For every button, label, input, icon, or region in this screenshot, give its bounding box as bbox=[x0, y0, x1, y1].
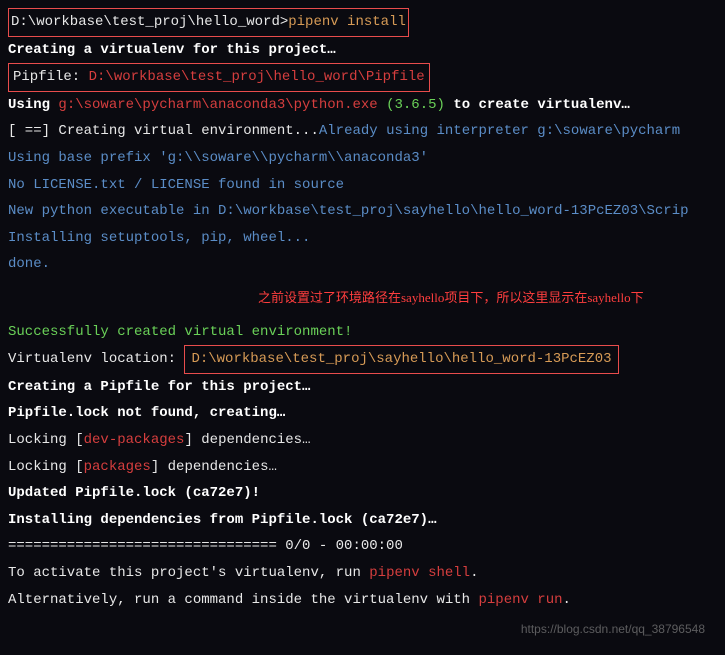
output-success-venv: Successfully created virtual environment… bbox=[8, 319, 717, 346]
bracket-close-2: ] bbox=[151, 459, 159, 475]
run-dot: . bbox=[563, 592, 571, 608]
output-using-python: Using g:\soware\pycharm\anaconda3\python… bbox=[8, 92, 717, 119]
already-interpreter: Already using interpreter g:\soware\pych… bbox=[319, 123, 680, 139]
deps-label-2: dependencies… bbox=[159, 459, 277, 475]
output-pipfile: Pipfile: D:\workbase\test_proj\hello_wor… bbox=[8, 63, 717, 92]
output-base-prefix: Using base prefix 'g:\\soware\\pycharm\\… bbox=[8, 145, 717, 172]
terminal-line-prompt: D:\workbase\test_proj\hello_word>pipenv … bbox=[8, 8, 717, 37]
output-installing-deps: Installing dependencies from Pipfile.loc… bbox=[8, 507, 717, 534]
output-locking-pkg: Locking [packages] dependencies… bbox=[8, 454, 717, 481]
venv-location-label: Virtualenv location: bbox=[8, 351, 184, 367]
run-prefix: Alternatively, run a command inside the … bbox=[8, 592, 478, 608]
pipenv-run-cmd: pipenv run bbox=[478, 592, 562, 608]
output-creating-pipfile: Creating a Pipfile for this project… bbox=[8, 374, 717, 401]
pipfile-path: D:\workbase\test_proj\hello_word\Pipfile bbox=[89, 69, 425, 85]
activate-dot: . bbox=[470, 565, 478, 581]
activate-prefix: To activate this project's virtualenv, r… bbox=[8, 565, 369, 581]
pipfile-label: Pipfile: bbox=[13, 69, 89, 85]
deps-label-1: dependencies… bbox=[193, 432, 311, 448]
dev-packages-label: dev-packages bbox=[84, 432, 185, 448]
venv-location-path: D:\workbase\test_proj\sayhello\hello_wor… bbox=[191, 351, 611, 367]
packages-label: packages bbox=[84, 459, 151, 475]
output-installing-tools: Installing setuptools, pip, wheel... bbox=[8, 225, 717, 252]
python-exe-path: g:\soware\pycharm\anaconda3\python.exe bbox=[58, 97, 377, 113]
output-spinner-line: [ ==] Creating virtual environment...Alr… bbox=[8, 118, 717, 145]
create-venv-suffix: to create virtualenv… bbox=[453, 97, 629, 113]
using-label: Using bbox=[8, 97, 58, 113]
output-locking-dev: Locking [dev-packages] dependencies… bbox=[8, 427, 717, 454]
output-updated-lock: Updated Pipfile.lock (ca72e7)! bbox=[8, 480, 717, 507]
output-no-license: No LICENSE.txt / LICENSE found in source bbox=[8, 172, 717, 199]
output-progress-bar: ================================ 0/0 - 0… bbox=[8, 533, 717, 560]
spinner-status: [ ==] bbox=[8, 123, 58, 139]
command-text: pipenv install bbox=[288, 14, 406, 30]
output-activate-hint: To activate this project's virtualenv, r… bbox=[8, 560, 717, 587]
locking-label-1: Locking bbox=[8, 432, 75, 448]
output-creating-venv: Creating a virtualenv for this project… bbox=[8, 37, 717, 64]
user-annotation: 之前设置过了环境路径在sayhello项目下，所以这里显示在sayhello下 bbox=[258, 286, 717, 311]
locking-label-2: Locking bbox=[8, 459, 75, 475]
pipenv-shell-cmd: pipenv shell bbox=[369, 565, 470, 581]
prompt-path: D:\workbase\test_proj\hello_word> bbox=[11, 14, 288, 30]
output-new-python-exe: New python executable in D:\workbase\tes… bbox=[8, 198, 717, 225]
watermark-text: https://blog.csdn.net/qq_38796548 bbox=[521, 618, 705, 641]
creating-venv-text: Creating virtual environment... bbox=[58, 123, 318, 139]
bracket-close-1: ] bbox=[184, 432, 192, 448]
output-lock-not-found: Pipfile.lock not found, creating… bbox=[8, 400, 717, 427]
bracket-open-2: [ bbox=[75, 459, 83, 475]
output-done: done. bbox=[8, 251, 717, 278]
bracket-open-1: [ bbox=[75, 432, 83, 448]
python-version: (3.6.5) bbox=[378, 97, 454, 113]
output-run-hint: Alternatively, run a command inside the … bbox=[8, 587, 717, 614]
output-venv-location: Virtualenv location: D:\workbase\test_pr… bbox=[8, 345, 717, 374]
